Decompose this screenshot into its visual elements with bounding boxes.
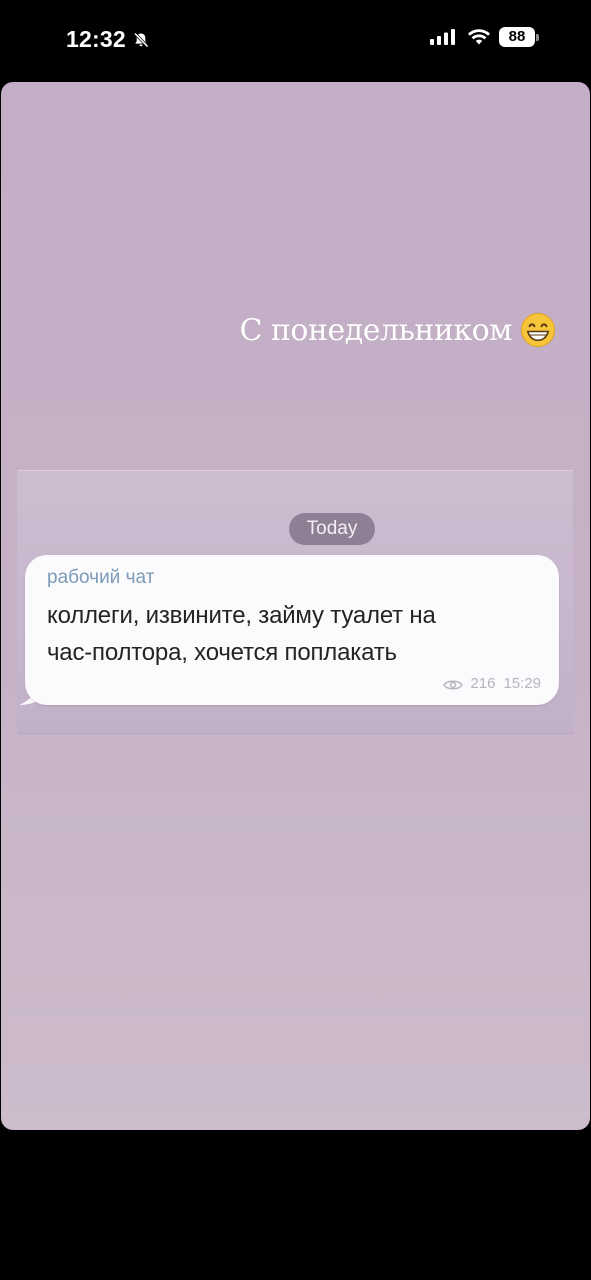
message-bubble: рабочий чат коллеги, извините, займу туа… bbox=[25, 555, 559, 705]
view-count: 216 bbox=[470, 675, 496, 692]
battery-indicator: 88 bbox=[499, 27, 539, 47]
story-card[interactable]: С понедельником Today рабочий чат коллег… bbox=[1, 82, 590, 1130]
date-badge: Today bbox=[289, 513, 375, 545]
message-line-2: час-полтора, хочется поплакать bbox=[47, 639, 397, 666]
cellular-signal-icon bbox=[429, 28, 457, 46]
message-time: 15:29 bbox=[503, 675, 541, 692]
message-meta: 216 15:29 bbox=[443, 675, 541, 692]
caption-text: С понедельником bbox=[239, 312, 512, 348]
message-line-1: коллеги, извините, займу туалет на bbox=[47, 602, 436, 629]
chat-screenshot: Today рабочий чат коллеги, извините, зай… bbox=[17, 470, 573, 734]
message-text: коллеги, извините, займу туалет на час-п… bbox=[47, 597, 552, 671]
status-time: 12:32 bbox=[66, 26, 126, 52]
wifi-icon bbox=[467, 28, 491, 46]
status-indicators: 88 bbox=[429, 27, 539, 47]
bell-slash-icon bbox=[132, 31, 150, 49]
status-bar: 12:32 88 bbox=[0, 0, 591, 80]
message-sender: рабочий чат bbox=[47, 567, 155, 588]
eye-icon bbox=[443, 678, 464, 690]
status-time-group: 12:32 bbox=[66, 26, 150, 53]
story-caption: С понедельником bbox=[239, 312, 556, 348]
grinning-face-emoji bbox=[520, 312, 556, 348]
bottom-area bbox=[0, 1130, 591, 1280]
battery-cap bbox=[536, 33, 539, 41]
battery-level: 88 bbox=[499, 27, 535, 47]
